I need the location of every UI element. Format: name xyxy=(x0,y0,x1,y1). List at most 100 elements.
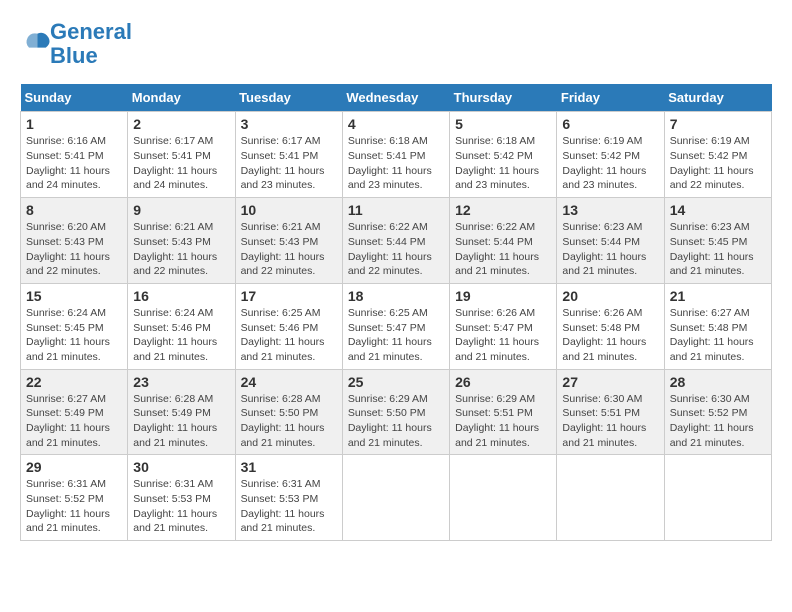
day-info: Sunrise: 6:26 AM Sunset: 5:48 PM Dayligh… xyxy=(562,306,658,365)
cal-cell: 7 Sunrise: 6:19 AM Sunset: 5:42 PM Daylig… xyxy=(664,112,771,198)
week-row-2: 8 Sunrise: 6:20 AM Sunset: 5:43 PM Daylig… xyxy=(21,198,772,284)
cal-cell: 6 Sunrise: 6:19 AM Sunset: 5:42 PM Daylig… xyxy=(557,112,664,198)
cal-cell: 26 Sunrise: 6:29 AM Sunset: 5:51 PM Dayli… xyxy=(450,369,557,455)
day-info: Sunrise: 6:25 AM Sunset: 5:47 PM Dayligh… xyxy=(348,306,444,365)
day-info: Sunrise: 6:19 AM Sunset: 5:42 PM Dayligh… xyxy=(562,134,658,193)
day-info: Sunrise: 6:21 AM Sunset: 5:43 PM Dayligh… xyxy=(241,220,337,279)
day-number: 14 xyxy=(670,202,766,218)
day-info: Sunrise: 6:29 AM Sunset: 5:50 PM Dayligh… xyxy=(348,392,444,451)
cal-cell xyxy=(557,455,664,541)
day-info: Sunrise: 6:17 AM Sunset: 5:41 PM Dayligh… xyxy=(133,134,229,193)
day-number: 25 xyxy=(348,374,444,390)
col-header-monday: Monday xyxy=(128,84,235,112)
day-number: 31 xyxy=(241,459,337,475)
day-number: 16 xyxy=(133,288,229,304)
day-number: 6 xyxy=(562,116,658,132)
cal-cell: 10 Sunrise: 6:21 AM Sunset: 5:43 PM Dayli… xyxy=(235,198,342,284)
cal-cell: 30 Sunrise: 6:31 AM Sunset: 5:53 PM Dayli… xyxy=(128,455,235,541)
cal-cell: 19 Sunrise: 6:26 AM Sunset: 5:47 PM Dayli… xyxy=(450,283,557,369)
week-row-5: 29 Sunrise: 6:31 AM Sunset: 5:52 PM Dayli… xyxy=(21,455,772,541)
day-number: 27 xyxy=(562,374,658,390)
col-header-sunday: Sunday xyxy=(21,84,128,112)
day-number: 13 xyxy=(562,202,658,218)
day-number: 22 xyxy=(26,374,122,390)
day-info: Sunrise: 6:29 AM Sunset: 5:51 PM Dayligh… xyxy=(455,392,551,451)
day-info: Sunrise: 6:19 AM Sunset: 5:42 PM Dayligh… xyxy=(670,134,766,193)
cal-cell: 2Sunrise: 6:17 AM Sunset: 5:41 PM Daylig… xyxy=(128,112,235,198)
col-header-tuesday: Tuesday xyxy=(235,84,342,112)
day-number: 18 xyxy=(348,288,444,304)
day-number: 11 xyxy=(348,202,444,218)
day-info: Sunrise: 6:27 AM Sunset: 5:49 PM Dayligh… xyxy=(26,392,122,451)
cal-cell: 20 Sunrise: 6:26 AM Sunset: 5:48 PM Dayli… xyxy=(557,283,664,369)
day-number: 21 xyxy=(670,288,766,304)
day-number: 17 xyxy=(241,288,337,304)
day-number: 7 xyxy=(670,116,766,132)
day-info: Sunrise: 6:20 AM Sunset: 5:43 PM Dayligh… xyxy=(26,220,122,279)
cal-cell: 5 Sunrise: 6:18 AM Sunset: 5:42 PM Daylig… xyxy=(450,112,557,198)
cal-cell: 22 Sunrise: 6:27 AM Sunset: 5:49 PM Dayli… xyxy=(21,369,128,455)
day-number: 1 xyxy=(26,116,122,132)
day-info: Sunrise: 6:26 AM Sunset: 5:47 PM Dayligh… xyxy=(455,306,551,365)
day-number: 3 xyxy=(241,116,337,132)
day-number: 8 xyxy=(26,202,122,218)
col-header-saturday: Saturday xyxy=(664,84,771,112)
day-number: 15 xyxy=(26,288,122,304)
day-info: Sunrise: 6:18 AM Sunset: 5:41 PM Dayligh… xyxy=(348,134,444,193)
calendar-table: SundayMondayTuesdayWednesdayThursdayFrid… xyxy=(20,84,772,541)
day-number: 24 xyxy=(241,374,337,390)
cal-cell: 9 Sunrise: 6:21 AM Sunset: 5:43 PM Daylig… xyxy=(128,198,235,284)
day-number: 26 xyxy=(455,374,551,390)
day-number: 30 xyxy=(133,459,229,475)
header-row: SundayMondayTuesdayWednesdayThursdayFrid… xyxy=(21,84,772,112)
cal-cell: 28Sunrise: 6:30 AM Sunset: 5:52 PM Dayli… xyxy=(664,369,771,455)
day-info: Sunrise: 6:17 AM Sunset: 5:41 PM Dayligh… xyxy=(241,134,337,193)
cal-cell: 1 Sunrise: 6:16 AM Sunset: 5:41 PM Daylig… xyxy=(21,112,128,198)
cal-cell: 11 Sunrise: 6:22 AM Sunset: 5:44 PM Dayli… xyxy=(342,198,449,284)
day-info: Sunrise: 6:24 AM Sunset: 5:45 PM Dayligh… xyxy=(26,306,122,365)
cal-cell: 8 Sunrise: 6:20 AM Sunset: 5:43 PM Daylig… xyxy=(21,198,128,284)
day-info: Sunrise: 6:31 AM Sunset: 5:53 PM Dayligh… xyxy=(133,477,229,536)
day-info: Sunrise: 6:18 AM Sunset: 5:42 PM Dayligh… xyxy=(455,134,551,193)
day-info: Sunrise: 6:21 AM Sunset: 5:43 PM Dayligh… xyxy=(133,220,229,279)
day-info: Sunrise: 6:31 AM Sunset: 5:53 PM Dayligh… xyxy=(241,477,337,536)
day-info: Sunrise: 6:16 AM Sunset: 5:41 PM Dayligh… xyxy=(26,134,122,193)
day-number: 29 xyxy=(26,459,122,475)
page-header: GeneralBlue xyxy=(20,20,772,68)
cal-cell: 15 Sunrise: 6:24 AM Sunset: 5:45 PM Dayli… xyxy=(21,283,128,369)
cal-cell: 4 Sunrise: 6:18 AM Sunset: 5:41 PM Daylig… xyxy=(342,112,449,198)
day-info: Sunrise: 6:23 AM Sunset: 5:44 PM Dayligh… xyxy=(562,220,658,279)
week-row-1: 1 Sunrise: 6:16 AM Sunset: 5:41 PM Daylig… xyxy=(21,112,772,198)
day-info: Sunrise: 6:28 AM Sunset: 5:49 PM Dayligh… xyxy=(133,392,229,451)
week-row-3: 15 Sunrise: 6:24 AM Sunset: 5:45 PM Dayli… xyxy=(21,283,772,369)
logo-text: GeneralBlue xyxy=(50,20,132,68)
day-number: 9 xyxy=(133,202,229,218)
day-info: Sunrise: 6:22 AM Sunset: 5:44 PM Dayligh… xyxy=(348,220,444,279)
day-info: Sunrise: 6:24 AM Sunset: 5:46 PM Dayligh… xyxy=(133,306,229,365)
cal-cell: 16 Sunrise: 6:24 AM Sunset: 5:46 PM Dayli… xyxy=(128,283,235,369)
day-info: Sunrise: 6:31 AM Sunset: 5:52 PM Dayligh… xyxy=(26,477,122,536)
cal-cell: 24 Sunrise: 6:28 AM Sunset: 5:50 PM Dayli… xyxy=(235,369,342,455)
day-number: 5 xyxy=(455,116,551,132)
cal-cell: 13 Sunrise: 6:23 AM Sunset: 5:44 PM Dayli… xyxy=(557,198,664,284)
day-number: 4 xyxy=(348,116,444,132)
cal-cell: 31 Sunrise: 6:31 AM Sunset: 5:53 PM Dayli… xyxy=(235,455,342,541)
day-number: 19 xyxy=(455,288,551,304)
day-info: Sunrise: 6:28 AM Sunset: 5:50 PM Dayligh… xyxy=(241,392,337,451)
cal-cell xyxy=(342,455,449,541)
cal-cell: 18 Sunrise: 6:25 AM Sunset: 5:47 PM Dayli… xyxy=(342,283,449,369)
cal-cell: 23 Sunrise: 6:28 AM Sunset: 5:49 PM Dayli… xyxy=(128,369,235,455)
day-number: 10 xyxy=(241,202,337,218)
day-number: 23 xyxy=(133,374,229,390)
cal-cell: 12Sunrise: 6:22 AM Sunset: 5:44 PM Dayli… xyxy=(450,198,557,284)
day-number: 20 xyxy=(562,288,658,304)
cal-cell: 14Sunrise: 6:23 AM Sunset: 5:45 PM Dayli… xyxy=(664,198,771,284)
cal-cell: 27Sunrise: 6:30 AM Sunset: 5:51 PM Dayli… xyxy=(557,369,664,455)
day-info: Sunrise: 6:22 AM Sunset: 5:44 PM Dayligh… xyxy=(455,220,551,279)
col-header-wednesday: Wednesday xyxy=(342,84,449,112)
day-info: Sunrise: 6:25 AM Sunset: 5:46 PM Dayligh… xyxy=(241,306,337,365)
col-header-friday: Friday xyxy=(557,84,664,112)
week-row-4: 22 Sunrise: 6:27 AM Sunset: 5:49 PM Dayli… xyxy=(21,369,772,455)
day-info: Sunrise: 6:30 AM Sunset: 5:52 PM Dayligh… xyxy=(670,392,766,451)
day-info: Sunrise: 6:27 AM Sunset: 5:48 PM Dayligh… xyxy=(670,306,766,365)
